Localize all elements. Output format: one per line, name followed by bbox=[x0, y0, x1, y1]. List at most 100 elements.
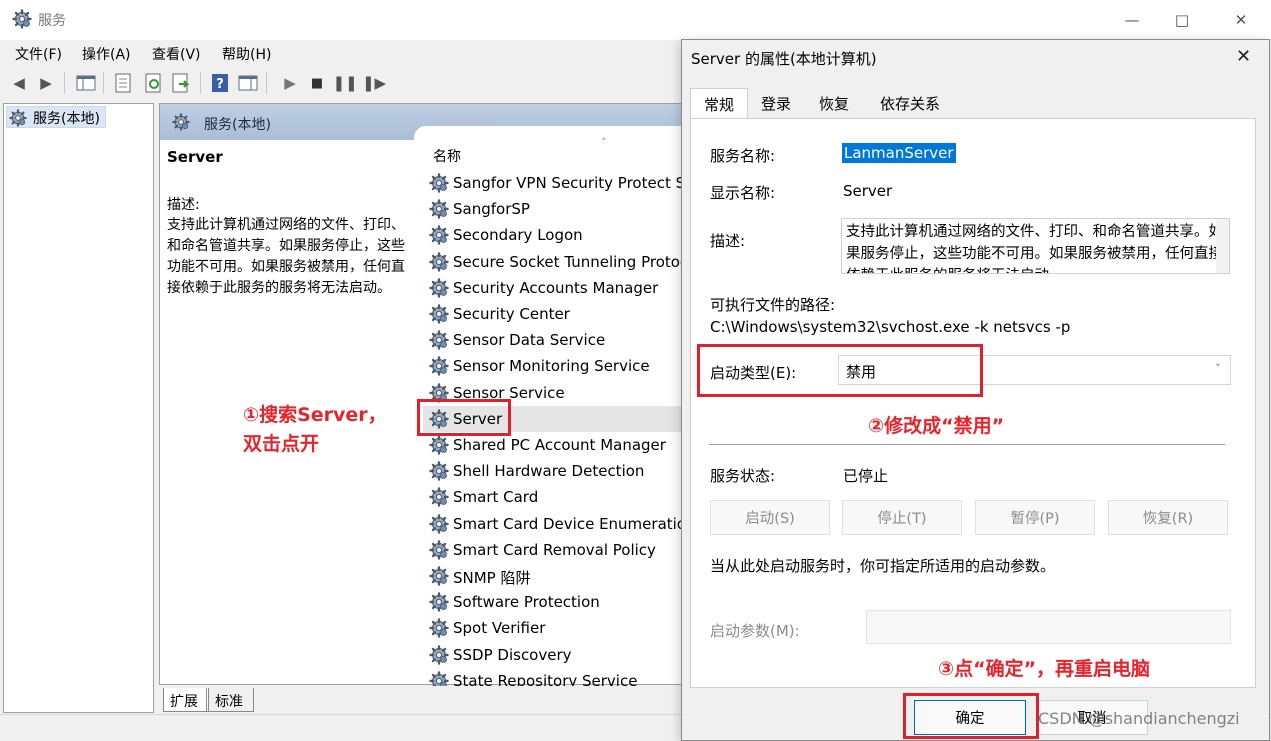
restart-service-icon[interactable]: ❚▶ bbox=[362, 72, 386, 94]
service-name-label: 服务名称: bbox=[710, 147, 776, 165]
column-header-name[interactable]: 名称 bbox=[433, 146, 461, 166]
pause-service-icon[interactable]: ❚❚ bbox=[332, 72, 357, 94]
highlight-startup-type bbox=[697, 344, 983, 397]
highlight-ok-button bbox=[903, 693, 1039, 739]
watermark: CSDN @shandianchengzi bbox=[1038, 709, 1240, 728]
services-icon bbox=[172, 113, 190, 131]
stop-service-icon[interactable]: ■ bbox=[306, 72, 328, 94]
path-value: C:\Windows\system32\svchost.exe -k netsv… bbox=[710, 318, 1071, 336]
highlight-server-row bbox=[417, 399, 511, 436]
tab-recovery[interactable]: 恢复 bbox=[810, 88, 858, 118]
menu-action[interactable]: 操作(A) bbox=[82, 44, 131, 64]
tab-dependencies[interactable]: 依存关系 bbox=[872, 88, 948, 118]
resume-button[interactable]: 恢复(R) bbox=[1108, 500, 1228, 535]
dialog-description-text[interactable]: 支持此计算机通过网络的文件、打印、和命名管道共享。如果服务停止，这些功能不可用。… bbox=[841, 218, 1230, 274]
tab-extended-label: 扩展 bbox=[170, 694, 198, 710]
dialog-title: Server 的属性(本地计算机) bbox=[691, 50, 877, 68]
description-scrollbar[interactable] bbox=[1216, 219, 1229, 273]
svg-text:?: ? bbox=[216, 77, 224, 92]
maximize-icon[interactable]: □ bbox=[1157, 0, 1207, 40]
service-gear-icon bbox=[429, 356, 449, 376]
service-name-value[interactable]: LanmanServer bbox=[842, 143, 956, 163]
start-params-input[interactable] bbox=[866, 610, 1231, 644]
forward-icon[interactable]: ▶ bbox=[35, 72, 57, 94]
service-gear-icon bbox=[429, 461, 449, 481]
service-row-label: SSDP Discovery bbox=[453, 646, 572, 664]
start-service-icon[interactable]: ▶ bbox=[279, 72, 301, 94]
annotation-step1-line2: 双击点开 bbox=[243, 433, 320, 455]
description-text: 支持此计算机通过网络的文件、打印、和命名管道共享。如果服务停止，这些功能不可用。… bbox=[167, 217, 405, 296]
service-gear-icon bbox=[429, 487, 449, 507]
menu-view[interactable]: 查看(V) bbox=[152, 44, 201, 64]
annotation-step2: ②修改成“禁用” bbox=[868, 415, 1005, 437]
service-gear-icon bbox=[429, 618, 449, 638]
service-row-label: SNMP 陷阱 bbox=[453, 569, 531, 587]
service-gear-icon bbox=[429, 173, 449, 193]
service-status-label: 服务状态: bbox=[710, 467, 776, 485]
service-row-label: Smart Card Removal Policy bbox=[453, 541, 656, 559]
toolbar-separator bbox=[64, 72, 65, 94]
service-gear-icon bbox=[429, 330, 449, 350]
menu-file[interactable]: 文件(F) bbox=[15, 44, 62, 64]
service-gear-icon bbox=[429, 304, 449, 324]
tab-standard-label: 标准 bbox=[215, 694, 243, 710]
service-gear-icon bbox=[429, 592, 449, 612]
divider bbox=[709, 444, 1225, 445]
sort-ascending-icon: ˄ bbox=[601, 136, 607, 149]
properties-icon[interactable] bbox=[112, 72, 134, 94]
service-row-label: Smart Card bbox=[453, 488, 539, 506]
minimize-icon[interactable]: — bbox=[1107, 0, 1157, 40]
close-icon[interactable]: ✕ bbox=[1236, 46, 1251, 67]
service-row-label: Spot Verifier bbox=[453, 619, 546, 637]
display-name-label: 显示名称: bbox=[710, 184, 776, 202]
service-gear-icon bbox=[429, 566, 449, 586]
service-gear-icon bbox=[429, 278, 449, 298]
service-gear-icon bbox=[429, 199, 449, 219]
close-icon[interactable]: ✕ bbox=[1216, 0, 1266, 40]
refresh-icon[interactable] bbox=[143, 72, 165, 94]
services-icon bbox=[9, 109, 27, 127]
display-name-value: Server bbox=[843, 182, 893, 200]
toolbar-separator bbox=[200, 72, 201, 94]
service-status-value: 已停止 bbox=[843, 467, 889, 485]
dialog-description-label: 描述: bbox=[710, 232, 746, 250]
show-tree-icon[interactable] bbox=[75, 72, 97, 94]
service-row-label: Sensor Monitoring Service bbox=[453, 357, 650, 375]
start-button[interactable]: 启动(S) bbox=[710, 500, 830, 535]
menu-help[interactable]: 帮助(H) bbox=[222, 44, 271, 64]
service-row-label: Sensor Data Service bbox=[453, 331, 606, 349]
path-label: 可执行文件的路径: bbox=[710, 296, 836, 314]
export-list-icon[interactable] bbox=[170, 72, 192, 94]
help-icon[interactable]: ? bbox=[209, 72, 231, 94]
stop-button[interactable]: 停止(T) bbox=[842, 500, 962, 535]
start-params-label: 启动参数(M): bbox=[710, 622, 800, 640]
service-row-label: Shell Hardware Detection bbox=[453, 462, 645, 480]
action-pane-icon[interactable] bbox=[237, 72, 259, 94]
toolbar-separator bbox=[266, 72, 267, 94]
annotation-step1-line1: ①搜索Server， bbox=[243, 404, 387, 426]
service-gear-icon bbox=[429, 514, 449, 534]
tab-logon[interactable]: 登录 bbox=[752, 88, 800, 118]
back-icon[interactable]: ◀ bbox=[8, 72, 30, 94]
service-row-label: Software Protection bbox=[453, 593, 600, 611]
service-gear-icon bbox=[429, 645, 449, 665]
window-title: 服务 bbox=[38, 13, 66, 29]
title-bar bbox=[0, 0, 1271, 40]
service-gear-icon bbox=[429, 540, 449, 560]
service-row-label: Security Center bbox=[453, 305, 570, 323]
tab-general[interactable]: 常规 bbox=[690, 88, 748, 120]
pane-header-title: 服务(本地) bbox=[204, 117, 271, 133]
start-params-hint: 当从此处启动服务时，你可指定所适用的启动参数。 bbox=[710, 557, 1056, 575]
general-tab-panel bbox=[690, 118, 1256, 688]
chevron-down-icon: ˅ bbox=[1215, 362, 1221, 375]
service-gear-icon bbox=[429, 225, 449, 245]
toolbar-separator bbox=[103, 72, 104, 94]
tree-item-label: 服务(本地) bbox=[33, 111, 100, 127]
service-row-label: Shared PC Account Manager bbox=[453, 436, 666, 454]
description-label: 描述: bbox=[167, 197, 200, 213]
annotation-step3: ③点“确定”，再重启电脑 bbox=[938, 658, 1151, 680]
service-row-label: SangforSP bbox=[453, 200, 530, 218]
pause-button[interactable]: 暂停(P) bbox=[975, 500, 1095, 535]
selected-service-name: Server bbox=[167, 148, 223, 166]
service-row-label: Secondary Logon bbox=[453, 226, 583, 244]
